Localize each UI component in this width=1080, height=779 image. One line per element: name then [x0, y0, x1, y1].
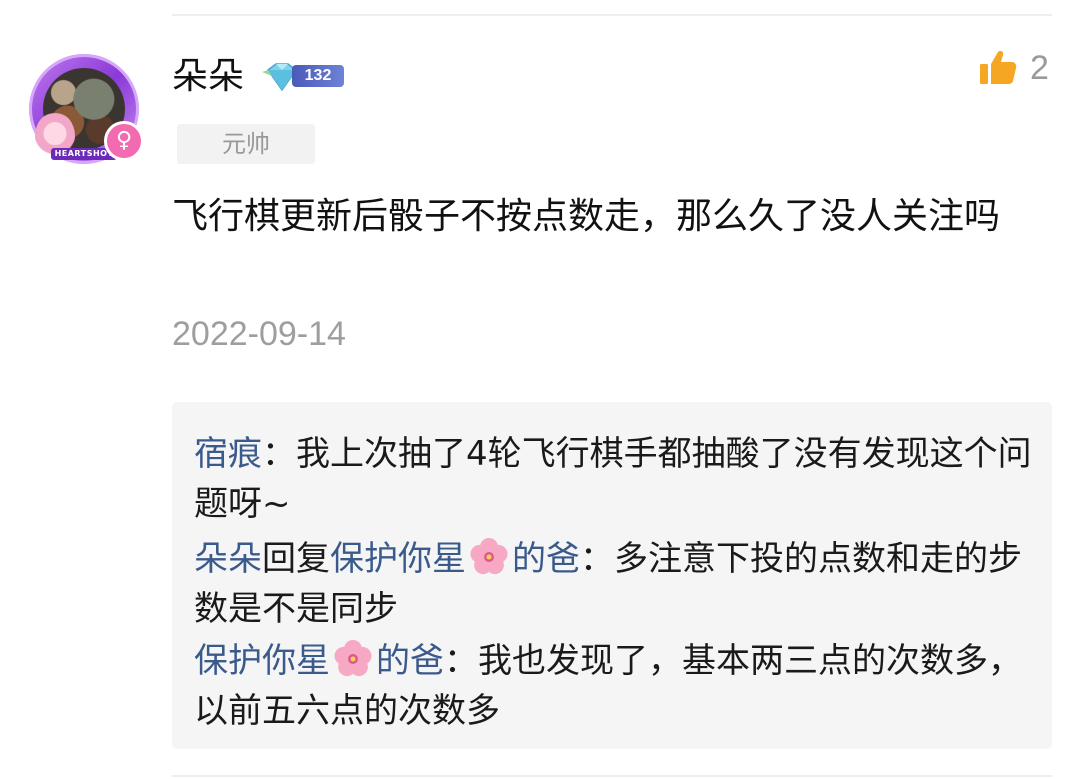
- top-divider: [172, 14, 1052, 16]
- comment-text: 飞行棋更新后骰子不按点数走，那么久了没人关注吗: [172, 196, 1001, 237]
- replies-panel[interactable]: 宿痕：我上次抽了4轮飞行棋手都抽酸了没有发现这个问题呀~ 朵朵回复保护你星 的爸：…: [172, 402, 1052, 749]
- like-count: 2: [1030, 49, 1049, 87]
- reply-word: 回复: [262, 539, 330, 579]
- reply-item[interactable]: 朵朵回复保护你星 的爸：多注意下投的点数和走的步数是不是同步: [194, 534, 1034, 634]
- reply-separator: ：: [444, 641, 478, 681]
- level-number: 132: [292, 65, 344, 87]
- bottom-divider: [172, 775, 1052, 777]
- title-tag: 元帅: [177, 124, 315, 164]
- reply-separator: ：: [262, 434, 296, 474]
- reply-separator: ：: [580, 539, 614, 579]
- reply-target-username[interactable]: 保护你星 的爸: [330, 538, 580, 579]
- comment-date: 2022-09-14: [172, 315, 346, 353]
- reply-username[interactable]: 宿痕: [194, 434, 262, 474]
- female-symbol-icon: ♀: [104, 121, 144, 161]
- reply-target-name-part: 的爸: [512, 539, 580, 579]
- reply-username[interactable]: 保护你星 的爸: [194, 640, 444, 681]
- cherry-blossom-icon: [334, 640, 372, 677]
- thumbs-up-icon: [980, 51, 1017, 84]
- cherry-blossom-icon: [470, 538, 508, 575]
- reply-username-part: 保护你星: [194, 641, 330, 681]
- reply-item[interactable]: 宿痕：我上次抽了4轮飞行棋手都抽酸了没有发现这个问题呀~: [194, 429, 1034, 529]
- reply-text: 我上次抽了4轮飞行棋手都抽酸了没有发现这个问题呀~: [194, 434, 1032, 524]
- reply-item[interactable]: 保护你星 的爸：我也发现了，基本两三点的次数多，以前五六点的次数多: [194, 636, 1034, 736]
- level-badge: 132: [262, 60, 346, 94]
- reply-target-name-part: 保护你星: [330, 539, 466, 579]
- reply-username-part: 的爸: [376, 641, 444, 681]
- comment-username[interactable]: 朵朵: [172, 54, 244, 100]
- reply-username[interactable]: 朵朵: [194, 539, 262, 579]
- comment-page: HEARTSHOT ♀ 朵朵 132 元帅 2 飞行棋更新后骰子不按点数走，那么…: [0, 0, 1080, 779]
